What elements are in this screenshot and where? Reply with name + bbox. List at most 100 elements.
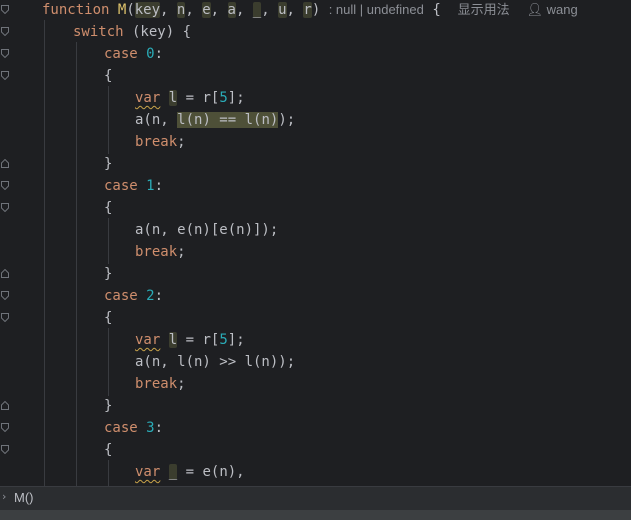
assign-text: = r[	[177, 90, 220, 106]
code-line-case-1[interactable]: case 1:	[104, 175, 163, 197]
fold-marker-icon[interactable]	[1, 203, 9, 212]
indent-guide	[108, 328, 109, 396]
fold-marker-icon[interactable]	[1, 27, 9, 36]
code-line-case-3[interactable]: case 3:	[104, 417, 163, 439]
colon: :	[154, 420, 164, 436]
brace: {	[104, 442, 113, 458]
code-line-brace-open[interactable]: {	[104, 307, 112, 329]
param-a[interactable]: a	[227, 2, 236, 18]
call-text: a(n, l(n) >> l(n));	[135, 354, 296, 370]
breadcrumb-item-function[interactable]: M()	[14, 490, 34, 505]
semicolon: ;	[177, 244, 186, 260]
param-r[interactable]: r	[303, 2, 312, 18]
fold-end-icon[interactable]	[1, 269, 9, 278]
code-line-a-call-shift[interactable]: a(n, l(n) >> l(n));	[135, 351, 295, 373]
fold-end-icon[interactable]	[1, 159, 9, 168]
code-line-case-0[interactable]: case 0:	[104, 43, 163, 65]
brace: {	[104, 310, 113, 326]
fold-marker-icon[interactable]	[1, 181, 9, 190]
indent-guide	[108, 460, 109, 486]
keyword-var: var	[135, 332, 161, 348]
semicolon: ;	[177, 376, 186, 392]
code-line-var-l[interactable]: var l = r[5];	[135, 329, 245, 351]
code-line-function-signature[interactable]: function M(key, n, e, a, _, u, r) : null…	[42, 0, 578, 21]
keyword-break: break	[135, 244, 178, 260]
code-line-var-l[interactable]: var l = r[5];	[135, 87, 245, 109]
breadcrumb-bar: › M()	[0, 486, 631, 510]
code-line-a-call-eq[interactable]: a(n, l(n) == l(n));	[135, 109, 295, 131]
fold-end-icon[interactable]	[1, 401, 9, 410]
brace: }	[104, 398, 113, 414]
variable-l[interactable]: l	[168, 332, 178, 348]
status-bar	[0, 510, 631, 520]
assign-text: = r[	[177, 332, 220, 348]
param-u[interactable]: u	[278, 2, 287, 18]
code-line-break[interactable]: break;	[135, 131, 186, 153]
variable-underscore[interactable]: _	[168, 464, 178, 480]
code-line-brace-close[interactable]: }	[104, 153, 112, 175]
call-text: );	[278, 112, 296, 128]
usage-hint-link[interactable]: 显示用法	[458, 2, 510, 17]
highlighted-expression[interactable]: l(n) == l(n)	[177, 112, 279, 128]
user-icon: 👤︎	[526, 2, 543, 17]
open-brace: {	[432, 2, 441, 18]
return-type-hint: : null | undefined	[328, 2, 424, 17]
assign-text: = e(n),	[177, 464, 245, 480]
case-number: 3	[146, 420, 155, 436]
colon: :	[154, 46, 164, 62]
keyword-function: function	[42, 2, 110, 18]
call-text: a(n, e(n)[e(n)]);	[135, 222, 279, 238]
keyword-case: case	[104, 420, 138, 436]
code-line-brace-close[interactable]: }	[104, 395, 112, 417]
code-line-var-underscore[interactable]: var _ = e(n),	[135, 461, 245, 483]
call-text: a(n,	[135, 112, 178, 128]
keyword-case: case	[104, 46, 138, 62]
code-line-brace-open[interactable]: {	[104, 197, 112, 219]
fold-marker-icon[interactable]	[1, 49, 9, 58]
switch-arg: (key) {	[123, 24, 192, 40]
code-line-break[interactable]: break;	[135, 241, 186, 263]
chevron-right-icon[interactable]: ›	[2, 490, 6, 503]
keyword-case: case	[104, 288, 138, 304]
keyword-switch: switch	[73, 24, 124, 40]
fold-marker-icon[interactable]	[1, 291, 9, 300]
code-line-break[interactable]: break;	[135, 373, 186, 395]
author-hint[interactable]: 👤︎ wang	[526, 2, 577, 17]
indent-guide	[108, 218, 109, 264]
brace: }	[104, 266, 113, 282]
assign-text: ];	[227, 90, 245, 106]
fold-marker-icon[interactable]	[1, 5, 9, 14]
code-line-brace-close[interactable]: }	[104, 263, 112, 285]
case-number: 2	[146, 288, 155, 304]
code-line-switch[interactable]: switch (key) {	[73, 21, 191, 43]
fold-marker-icon[interactable]	[1, 423, 9, 432]
keyword-break: break	[135, 376, 178, 392]
semicolon: ;	[177, 134, 186, 150]
code-line-brace-open[interactable]: {	[104, 65, 112, 87]
code-line-a-call-index[interactable]: a(n, e(n)[e(n)]);	[135, 219, 278, 241]
fold-marker-icon[interactable]	[1, 313, 9, 322]
param-underscore[interactable]: _	[252, 2, 262, 18]
keyword-break: break	[135, 134, 178, 150]
number-literal: 5	[219, 90, 228, 106]
fold-marker-icon[interactable]	[1, 71, 9, 80]
assign-text: ];	[227, 332, 245, 348]
brace: }	[104, 156, 113, 172]
code-editor[interactable]: function M(key, n, e, a, _, u, r) : null…	[0, 0, 631, 486]
case-number: 1	[146, 178, 155, 194]
gutter	[0, 0, 12, 486]
fold-marker-icon[interactable]	[1, 445, 9, 454]
param-key[interactable]: key	[134, 2, 161, 18]
case-number: 0	[146, 46, 155, 62]
colon: :	[154, 178, 164, 194]
keyword-var: var	[135, 464, 161, 480]
keyword-var: var	[135, 90, 161, 106]
variable-l[interactable]: l	[168, 90, 178, 106]
code-line-case-2[interactable]: case 2:	[104, 285, 163, 307]
brace: {	[104, 200, 113, 216]
code-line-brace-open[interactable]: {	[104, 439, 112, 461]
indent-guide	[44, 20, 45, 486]
open-paren: (	[126, 2, 135, 18]
param-e[interactable]: e	[202, 2, 211, 18]
indent-guide	[108, 86, 109, 154]
